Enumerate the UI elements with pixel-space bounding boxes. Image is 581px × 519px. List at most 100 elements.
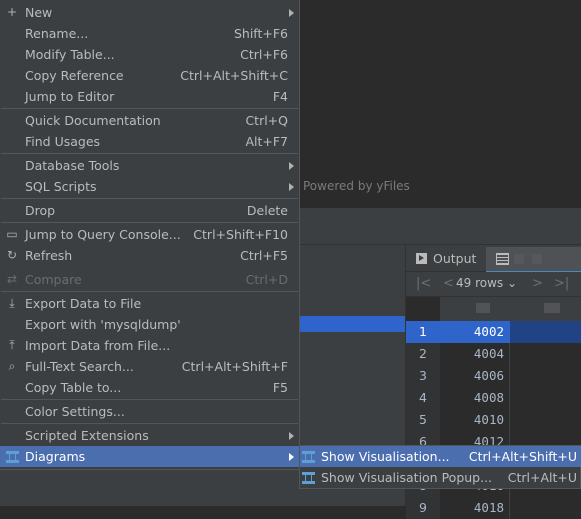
menu-item-label: Import Data from File...	[25, 338, 171, 353]
menu-separator	[1, 198, 298, 199]
tab-output[interactable]: Output	[416, 249, 476, 267]
compare-icon: ⇄	[6, 272, 18, 286]
results-grid: 1400224004340064400854010640127401484016…	[406, 321, 581, 519]
plus-icon: +	[6, 5, 18, 19]
menu-item-jump-to-query-console[interactable]: ▭ Jump to Query Console... Ctrl+Shift+F10	[0, 224, 299, 245]
menu-item-shortcut: Ctrl+Shift+F10	[193, 227, 288, 242]
column-header[interactable]	[440, 297, 581, 322]
menu-item-diagrams[interactable]: Diagrams	[0, 446, 299, 467]
cell-empty[interactable]	[510, 321, 581, 343]
prev-page-button[interactable]: <	[443, 276, 454, 291]
menu-item-label: SQL Scripts	[25, 179, 97, 194]
menu-item-label: New	[25, 5, 53, 20]
cell-value[interactable]: 4018	[440, 497, 510, 519]
menu-item-rename[interactable]: Rename... Shift+F6	[0, 23, 299, 44]
next-page-button[interactable]: >	[532, 276, 543, 291]
menu-item-show-visualisation[interactable]: Show Visualisation... Ctrl+Alt+Shift+U	[300, 446, 581, 467]
console-icon: ▭	[6, 227, 18, 241]
menu-item-new[interactable]: + New	[0, 2, 299, 23]
menu-item-database-tools[interactable]: Database Tools	[0, 155, 299, 176]
selected-tree-row[interactable]	[300, 316, 405, 332]
powered-by-label: Powered by yFiles	[303, 179, 410, 193]
cell-value[interactable]: 4004	[440, 343, 510, 365]
table-row[interactable]: 5 4010	[406, 409, 581, 431]
submenu-arrow-icon	[289, 162, 294, 170]
cell-value[interactable]: 4008	[440, 387, 510, 409]
diagram-icon	[5, 450, 19, 463]
tab-output-label: Output	[433, 250, 477, 266]
menu-item-shortcut: Alt+F7	[245, 134, 288, 149]
menu-item-shortcut: Shift+F6	[233, 26, 288, 41]
menu-item-shortcut: Ctrl+F5	[240, 248, 288, 263]
cell-value[interactable]: 4002	[440, 321, 510, 343]
rows-count-label: 49 rows	[456, 276, 504, 290]
menu-item-label: Copy Reference	[25, 68, 124, 83]
menu-item-drop[interactable]: Drop Delete	[0, 200, 299, 221]
menu-item-label: Show Visualisation Popup...	[321, 470, 493, 485]
menu-separator	[1, 291, 298, 292]
menu-item-find-usages[interactable]: Find Usages Alt+F7	[0, 131, 299, 152]
menu-item-show-visualisation-popup[interactable]: Show Visualisation Popup... Ctrl+Alt+U	[300, 467, 581, 488]
search-icon: ⌕	[8, 359, 16, 373]
menu-item-copy-reference[interactable]: Copy Reference Ctrl+Alt+Shift+C	[0, 65, 299, 86]
menu-item-label: Show Visualisation...	[321, 449, 450, 464]
column-header-blurred	[544, 303, 560, 313]
menu-item-export-mysqldump[interactable]: Export with 'mysqldump'	[0, 314, 299, 335]
menu-item-compare: ⇄ Compare Ctrl+D	[0, 269, 299, 290]
menu-item-color-settings[interactable]: Color Settings...	[0, 401, 299, 422]
refresh-icon: ↻	[6, 248, 18, 262]
menu-item-label: Copy Table to...	[25, 380, 122, 395]
menu-item-label: Quick Documentation	[25, 113, 161, 128]
menu-separator	[1, 222, 298, 223]
menu-item-jump-to-editor[interactable]: Jump to Editor F4	[0, 86, 299, 107]
context-menu: + New Rename... Shift+F6 Modify Table... Ctrl…	[0, 0, 300, 470]
menu-item-label: Jump to Query Console...	[25, 227, 181, 242]
diagram-icon	[301, 449, 316, 464]
menu-item-label: Jump to Editor	[25, 89, 115, 104]
menu-item-label: Refresh	[25, 248, 73, 263]
last-page-button[interactable]: >|	[554, 276, 569, 291]
menu-item-import-data-from-file[interactable]: ⤒ Import Data from File...	[0, 335, 299, 356]
menu-item-label: Export with 'mysqldump'	[25, 317, 181, 332]
menu-item-modify-table[interactable]: Modify Table... Ctrl+F6	[0, 44, 299, 65]
menu-item-quick-documentation[interactable]: Quick Documentation Ctrl+Q	[0, 110, 299, 131]
first-page-button[interactable]: |<	[416, 276, 431, 291]
menu-item-shortcut: F4	[272, 89, 288, 104]
tab-result-grid[interactable]	[486, 247, 581, 273]
table-row[interactable]: 9 4018	[406, 497, 581, 519]
diagram-icon	[301, 470, 316, 485]
menu-item-export-data-to-file[interactable]: ⤓ Export Data to File	[0, 293, 299, 314]
import-icon: ⤒	[9, 338, 15, 352]
table-row[interactable]: 1 4002	[406, 321, 581, 343]
row-number: 5	[406, 409, 440, 431]
table-row[interactable]: 4 4008	[406, 387, 581, 409]
menu-item-shortcut: Ctrl+Alt+Shift+C	[180, 68, 288, 83]
cell-value[interactable]: 4010	[440, 409, 510, 431]
submenu-arrow-icon	[289, 183, 294, 191]
row-number: 9	[406, 497, 440, 519]
row-number: 3	[406, 365, 440, 387]
row-number: 2	[406, 343, 440, 365]
results-tab-bar: Output	[406, 245, 581, 273]
submenu-arrow-icon	[289, 9, 294, 17]
menu-item-shortcut: Delete	[246, 203, 288, 218]
menu-item-copy-table-to[interactable]: Copy Table to... F5	[0, 377, 299, 398]
row-number: 1	[406, 321, 440, 343]
menu-item-full-text-search[interactable]: ⌕ Full-Text Search... Ctrl+Alt+Shift+F	[0, 356, 299, 377]
results-navigation-bar: |< < 49 rows ⌄ > >|	[406, 272, 581, 297]
menu-item-label: Database Tools	[25, 158, 120, 173]
menu-item-shortcut: F5	[272, 380, 288, 395]
cell-value[interactable]: 4006	[440, 365, 510, 387]
menu-item-shortcut: Ctrl+Alt+Shift+U	[468, 449, 577, 464]
table-icon	[496, 253, 509, 265]
menu-item-label: Find Usages	[25, 134, 101, 149]
chevron-down-icon: ⌄	[507, 276, 518, 290]
menu-item-scripted-extensions[interactable]: Scripted Extensions	[0, 425, 299, 446]
menu-item-refresh[interactable]: ↻ Refresh Ctrl+F5	[0, 245, 299, 266]
menu-item-label: Scripted Extensions	[25, 428, 149, 443]
menu-item-label: Drop	[25, 203, 56, 218]
menu-item-sql-scripts[interactable]: SQL Scripts	[0, 176, 299, 197]
table-row[interactable]: 3 4006	[406, 365, 581, 387]
table-row[interactable]: 2 4004	[406, 343, 581, 365]
rows-count-dropdown[interactable]: 49 rows ⌄	[456, 276, 517, 290]
